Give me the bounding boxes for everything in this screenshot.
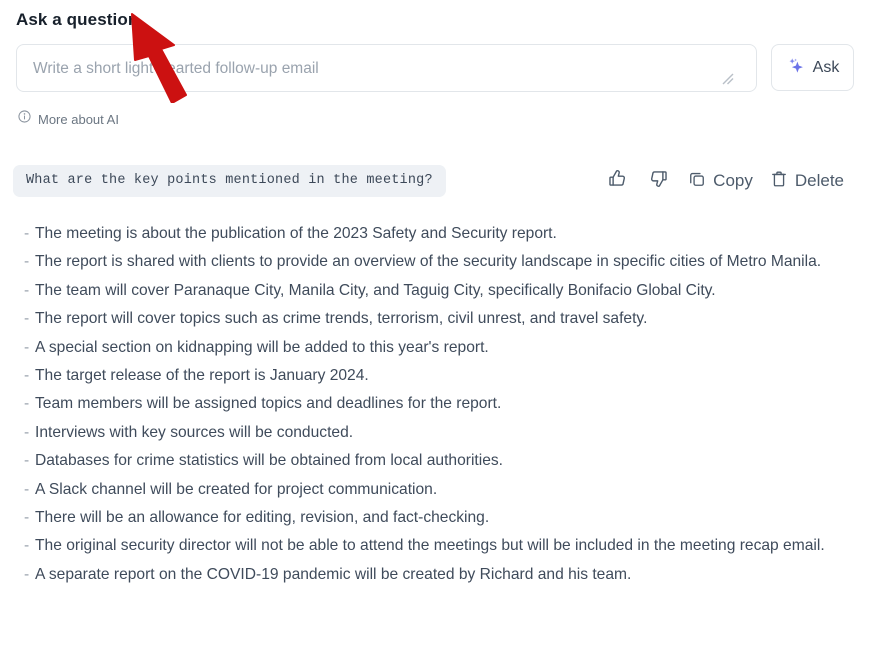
bullet-item: - The team will cover Paranaque City, Man… <box>24 277 854 305</box>
bullet-text: The team will cover Paranaque City, Mani… <box>35 281 716 299</box>
bullet-item: -A separate report on the COVID-19 pande… <box>24 561 854 589</box>
bullet-item: -A special section on kidnapping will be… <box>24 334 854 362</box>
bullet-item: - Databases for crime statistics will be … <box>24 447 854 475</box>
more-about-ai-link[interactable]: More about AI <box>18 110 119 128</box>
sparkle-icon <box>786 56 806 79</box>
thumbs-up-icon <box>607 168 628 194</box>
answer-bullet-list: - The meeting is about the publication of… <box>24 220 854 589</box>
bullet-marker: - <box>24 537 30 555</box>
bullet-marker: - <box>24 367 30 385</box>
ask-button[interactable]: Ask <box>771 44 854 91</box>
bullet-item: -A Slack channel will be created for pro… <box>24 476 854 504</box>
trash-icon <box>769 169 789 194</box>
bullet-marker: - <box>24 310 30 328</box>
bullet-marker: - <box>24 395 30 413</box>
bullet-marker: - <box>24 509 30 527</box>
bullet-text: Team members will be assigned topics and… <box>35 395 502 413</box>
bullet-marker: - <box>24 452 30 470</box>
bullet-marker: - <box>24 281 30 299</box>
ask-button-label: Ask <box>812 58 840 76</box>
bullet-text: The report is shared with clients to pro… <box>35 253 822 271</box>
bullet-marker: - <box>24 423 30 441</box>
more-about-ai-label: More about AI <box>38 111 119 127</box>
bullet-item: - The report is shared with clients to pr… <box>24 248 854 276</box>
bullet-marker: - <box>24 225 30 242</box>
page-title: Ask a question <box>16 10 139 29</box>
bullet-text: The meeting is about the publication of … <box>35 225 557 242</box>
delete-label: Delete <box>794 171 844 190</box>
bullet-text: The target release of the report is Janu… <box>35 367 369 385</box>
bullet-text: There will be an allowance for editing, … <box>35 509 490 527</box>
bullet-marker: - <box>24 253 30 271</box>
copy-button[interactable]: Copy <box>681 165 759 198</box>
copy-label: Copy <box>713 171 753 190</box>
answer-actions: Copy Delete <box>599 164 854 198</box>
thumbs-down-button[interactable] <box>640 164 677 198</box>
bullet-marker: - <box>24 565 30 583</box>
bullet-text: A special section on kidnapping will be … <box>35 338 489 356</box>
bullet-item: - The original security director will not… <box>24 532 854 560</box>
bullet-item: - There will be an allowance for editing,… <box>24 504 854 532</box>
bullet-text: A separate report on the COVID-19 pandem… <box>35 565 632 583</box>
bullet-text: The report will cover topics such as cri… <box>35 310 648 328</box>
bullet-text: The original security director will not … <box>35 537 825 555</box>
copy-icon <box>687 169 707 194</box>
bullet-item: - The target release of the report is Jan… <box>24 362 854 390</box>
question-input[interactable] <box>16 44 757 92</box>
thumbs-down-icon <box>648 168 669 194</box>
delete-button[interactable]: Delete <box>763 165 850 198</box>
info-icon <box>18 110 31 128</box>
bullet-text: Databases for crime statistics will be o… <box>35 452 504 470</box>
bullet-item: - Team members will be assigned topics an… <box>24 390 854 418</box>
thumbs-up-button[interactable] <box>599 164 636 198</box>
bullet-marker: - <box>24 480 30 498</box>
bullet-text: Interviews with key sources will be cond… <box>35 423 354 441</box>
bullet-marker: - <box>24 338 30 356</box>
bullet-item: - Interviews with key sources will be con… <box>24 419 854 447</box>
bullet-item: - The report will cover topics such as cr… <box>24 305 854 333</box>
question-chip: What are the key points mentioned in the… <box>13 165 446 197</box>
bullet-text: A Slack channel will be created for proj… <box>35 480 438 498</box>
question-composer: Ask <box>16 44 854 92</box>
answer-header: What are the key points mentioned in the… <box>13 164 854 198</box>
bullet-item: - The meeting is about the publication of… <box>24 220 854 248</box>
